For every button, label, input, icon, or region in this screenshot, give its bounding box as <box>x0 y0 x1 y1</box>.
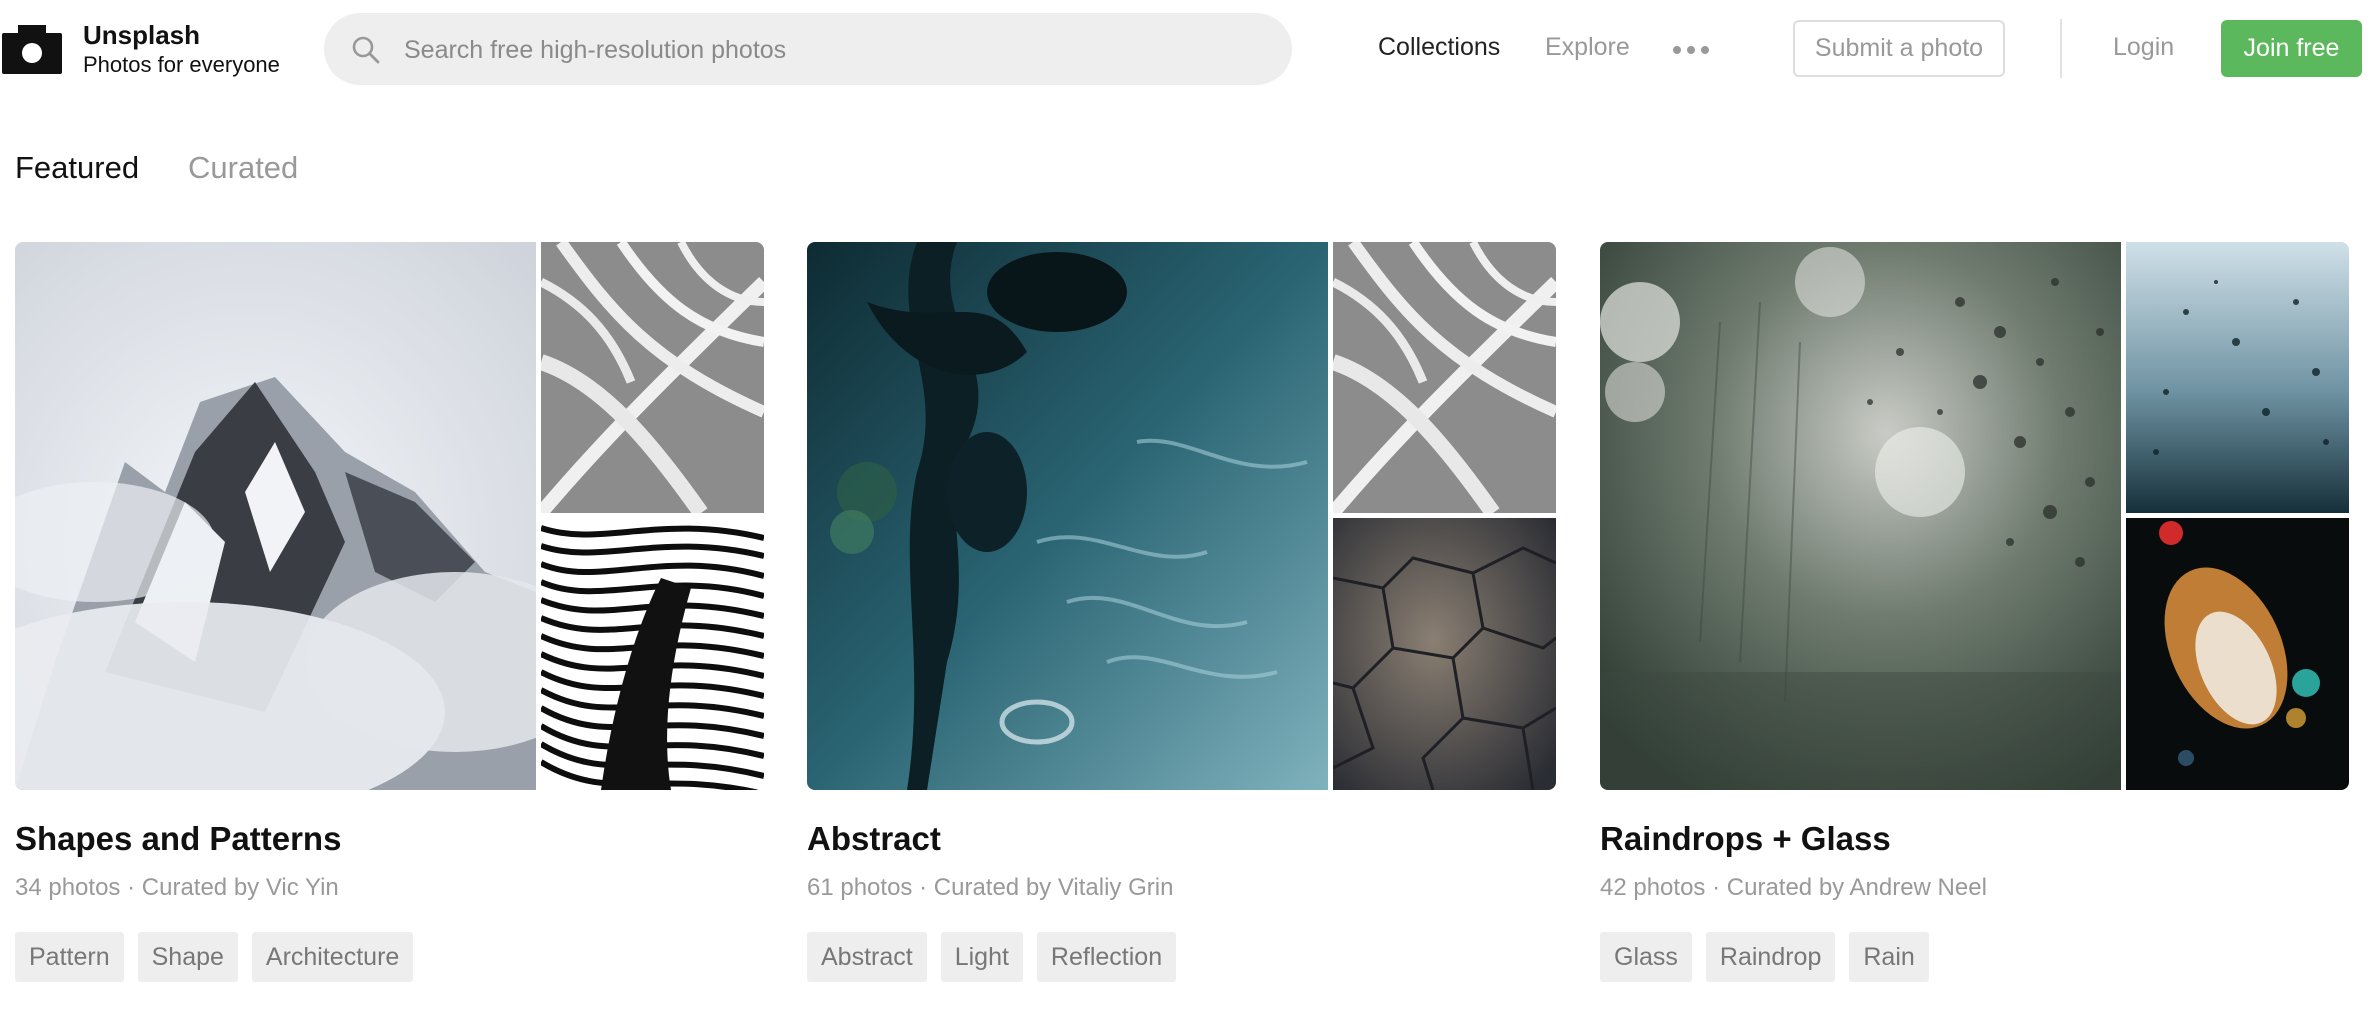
collection-meta: 61 photos · Curated by Vitaliy Grin <box>807 874 1173 902</box>
collection-photo-collage[interactable] <box>15 242 764 790</box>
curator-link[interactable]: Curated by Andrew Neel <box>1727 874 1987 901</box>
collection-meta: 34 photos · Curated by Vic Yin <box>15 874 339 902</box>
nav-divider <box>2060 19 2062 78</box>
submit-photo-button[interactable]: Submit a photo <box>1793 20 2005 77</box>
photo-striped-wave[interactable] <box>541 518 764 790</box>
photo-bokeh-rain-lights[interactable] <box>2126 518 2349 790</box>
login-link[interactable]: Login <box>2113 33 2174 62</box>
tag-reflection[interactable]: Reflection <box>1036 932 1177 982</box>
camera-logo-icon[interactable] <box>2 19 62 74</box>
meta-separator: · <box>919 874 928 901</box>
photo-rain-window[interactable] <box>1600 242 2121 790</box>
tag-abstract[interactable]: Abstract <box>807 932 927 982</box>
collection-photo-collage[interactable] <box>807 242 1556 790</box>
photo-count: 42 photos <box>1600 874 1706 901</box>
collection-title[interactable]: Shapes and Patterns <box>15 820 341 858</box>
photo-snowy-mountain[interactable] <box>15 242 536 790</box>
photo-blue-raindrops[interactable] <box>2126 242 2349 513</box>
collection-card-abstract: Abstract 61 photos · Curated by Vitaliy … <box>807 242 1556 1002</box>
photo-count: 34 photos <box>15 874 121 901</box>
tag-list: Pattern Shape Architecture <box>15 932 414 982</box>
more-dots-icon[interactable] <box>1673 46 1709 54</box>
curator-link[interactable]: Curated by Vic Yin <box>142 874 339 901</box>
tab-curated[interactable]: Curated <box>188 150 298 186</box>
tag-raindrop[interactable]: Raindrop <box>1705 932 1836 982</box>
curator-link[interactable]: Curated by Vitaliy Grin <box>934 874 1174 901</box>
meta-separator: · <box>1712 874 1721 901</box>
collection-photo-collage[interactable] <box>1600 242 2349 790</box>
tag-rain[interactable]: Rain <box>1849 932 1929 982</box>
photo-count: 61 photos <box>807 874 913 901</box>
join-free-button[interactable]: Join free <box>2221 20 2362 77</box>
tag-glass[interactable]: Glass <box>1600 932 1692 982</box>
nav-explore-link[interactable]: Explore <box>1545 33 1630 62</box>
collection-title[interactable]: Raindrops + Glass <box>1600 820 1891 858</box>
photo-teal-water[interactable] <box>807 242 1328 790</box>
tab-featured[interactable]: Featured <box>15 150 139 186</box>
collection-title[interactable]: Abstract <box>807 820 941 858</box>
search-input[interactable] <box>402 13 1266 87</box>
brand-tagline: Photos for everyone <box>83 52 280 77</box>
collection-meta: 42 photos · Curated by Andrew Neel <box>1600 874 1987 902</box>
brand-name[interactable]: Unsplash <box>83 20 200 51</box>
tag-pattern[interactable]: Pattern <box>15 932 124 982</box>
meta-separator: · <box>127 874 136 901</box>
tag-list: Abstract Light Reflection <box>807 932 1177 982</box>
tag-list: Glass Raindrop Rain <box>1600 932 1929 982</box>
top-navigation-bar: Unsplash Photos for everyone Collections… <box>0 0 2374 100</box>
collection-card-raindrops-glass: Raindrops + Glass 42 photos · Curated by… <box>1600 242 2349 1002</box>
search-icon <box>352 36 380 64</box>
photo-palm-shadow[interactable] <box>1333 242 1556 513</box>
photo-palm-shadow[interactable] <box>541 242 764 513</box>
search-bar[interactable] <box>324 13 1292 87</box>
tag-shape[interactable]: Shape <box>137 932 238 982</box>
collection-card-shapes-patterns: Shapes and Patterns 34 photos · Curated … <box>15 242 764 1002</box>
photo-cracked-stone[interactable] <box>1333 518 1556 790</box>
tag-architecture[interactable]: Architecture <box>251 932 414 982</box>
nav-collections-link[interactable]: Collections <box>1378 33 1500 62</box>
tag-light[interactable]: Light <box>940 932 1023 982</box>
